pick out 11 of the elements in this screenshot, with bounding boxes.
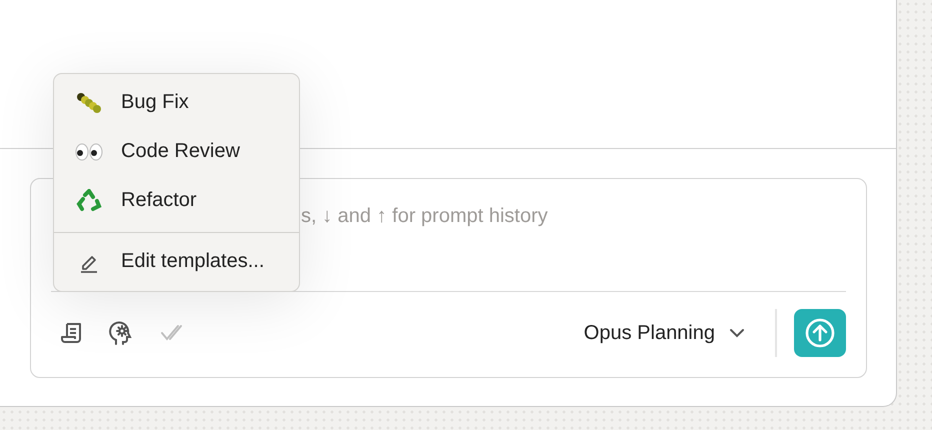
recycle-icon	[74, 188, 104, 212]
edit-templates-item[interactable]: Edit templates...	[54, 237, 299, 286]
eyes-icon	[74, 142, 104, 160]
caterpillar-icon	[74, 92, 104, 114]
template-menu-item[interactable]: Refactor	[54, 176, 299, 225]
chevron-down-icon	[729, 328, 745, 338]
send-button[interactable]	[794, 309, 846, 357]
arrow-up-icon	[803, 316, 837, 350]
model-dropdown[interactable]: Opus Planning	[584, 322, 745, 344]
template-menu-item[interactable]: Bug Fix	[54, 78, 299, 127]
template-menu-item[interactable]: Code Review	[54, 127, 299, 176]
